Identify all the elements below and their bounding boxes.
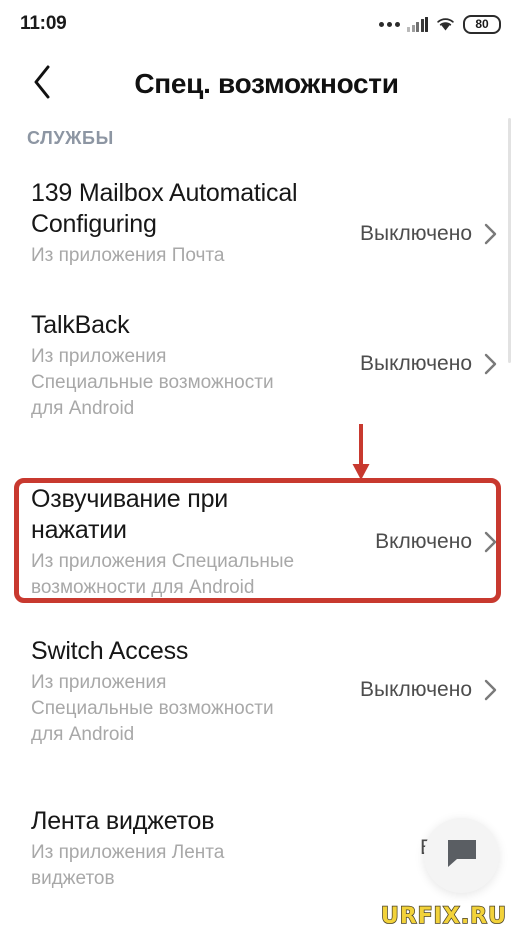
list-item-highlighted[interactable]: Озвучивание при нажатии Из приложения Сп… <box>0 484 519 618</box>
list-item-trailing: Включено <box>375 530 497 554</box>
list-item-trailing: Выключено <box>360 222 497 246</box>
battery-level-label: 80 <box>475 17 489 31</box>
cellular-signal-icon <box>407 16 428 32</box>
down-arrow-icon <box>349 422 373 482</box>
chevron-right-icon <box>484 531 497 553</box>
scrollbar-thumb[interactable] <box>508 118 511 363</box>
list-item-subtitle: Из приложения Специальные возможности дл… <box>31 346 274 419</box>
list-item[interactable]: 139 Mailbox Automatical Configuring Из п… <box>0 178 519 298</box>
list-item-text: Switch Access Из приложения Специальные … <box>31 636 360 748</box>
list-item-title: Switch Access <box>31 637 189 665</box>
chevron-left-icon <box>32 65 52 104</box>
status-badge: Выключено <box>360 352 472 375</box>
list-item-subtitle: Из приложения Лента виджетов <box>31 842 225 889</box>
list-item-text: TalkBack Из приложения Специальные возмо… <box>31 310 360 422</box>
list-item[interactable]: Switch Access Из приложения Специальные … <box>0 636 519 788</box>
status-badge: Выключено <box>360 222 472 245</box>
list-item-subtitle: Из приложения Специальные возможности дл… <box>31 672 274 745</box>
chevron-right-icon <box>484 223 497 245</box>
list-item-trailing: Выключено <box>360 678 497 702</box>
battery-icon: 80 <box>463 14 501 34</box>
list-item[interactable]: TalkBack Из приложения Специальные возмо… <box>0 310 519 470</box>
status-bar: 11:09 80 <box>0 0 519 48</box>
list-item-text: Озвучивание при нажатии Из приложения Сп… <box>31 484 375 601</box>
wifi-icon <box>435 16 456 32</box>
chevron-right-icon <box>484 353 497 375</box>
section-header-services: СЛУЖБЫ <box>27 128 114 148</box>
more-dots-icon <box>379 21 400 27</box>
status-bar-icons: 80 <box>379 14 501 34</box>
app-header: Спец. возможности <box>0 48 519 120</box>
list-item-title: Лента виджетов <box>31 807 215 835</box>
list-item-subtitle: Из приложения Специальные возможности дл… <box>31 551 295 598</box>
list-item-text: 139 Mailbox Automatical Configuring Из п… <box>31 178 360 269</box>
services-list: 139 Mailbox Automatical Configuring Из п… <box>0 178 519 926</box>
list-item-title: 139 Mailbox Automatical Configuring <box>31 179 298 238</box>
list-item-trailing: Выключено <box>360 352 497 376</box>
phone-screen: 11:09 80 Спец. возможности СЛУЖБЫ 139 Ma… <box>0 0 519 935</box>
back-button[interactable] <box>12 54 72 114</box>
status-badge: Выключено <box>360 678 472 701</box>
site-watermark: URFIX.RU <box>380 903 507 930</box>
list-item-subtitle: Из приложения Почта <box>31 245 225 266</box>
status-badge: Включено <box>375 530 472 553</box>
status-bar-clock: 11:09 <box>20 13 67 34</box>
chevron-right-icon <box>484 679 497 701</box>
list-item-title: Озвучивание при нажатии <box>31 485 229 544</box>
list-item-title: TalkBack <box>31 311 130 339</box>
page-title: Спец. возможности <box>134 68 399 99</box>
chat-bubble-icon <box>445 837 479 874</box>
list-item-text: Лента виджетов Из приложения Лента видже… <box>31 806 420 892</box>
chat-fab-button[interactable] <box>424 818 499 893</box>
